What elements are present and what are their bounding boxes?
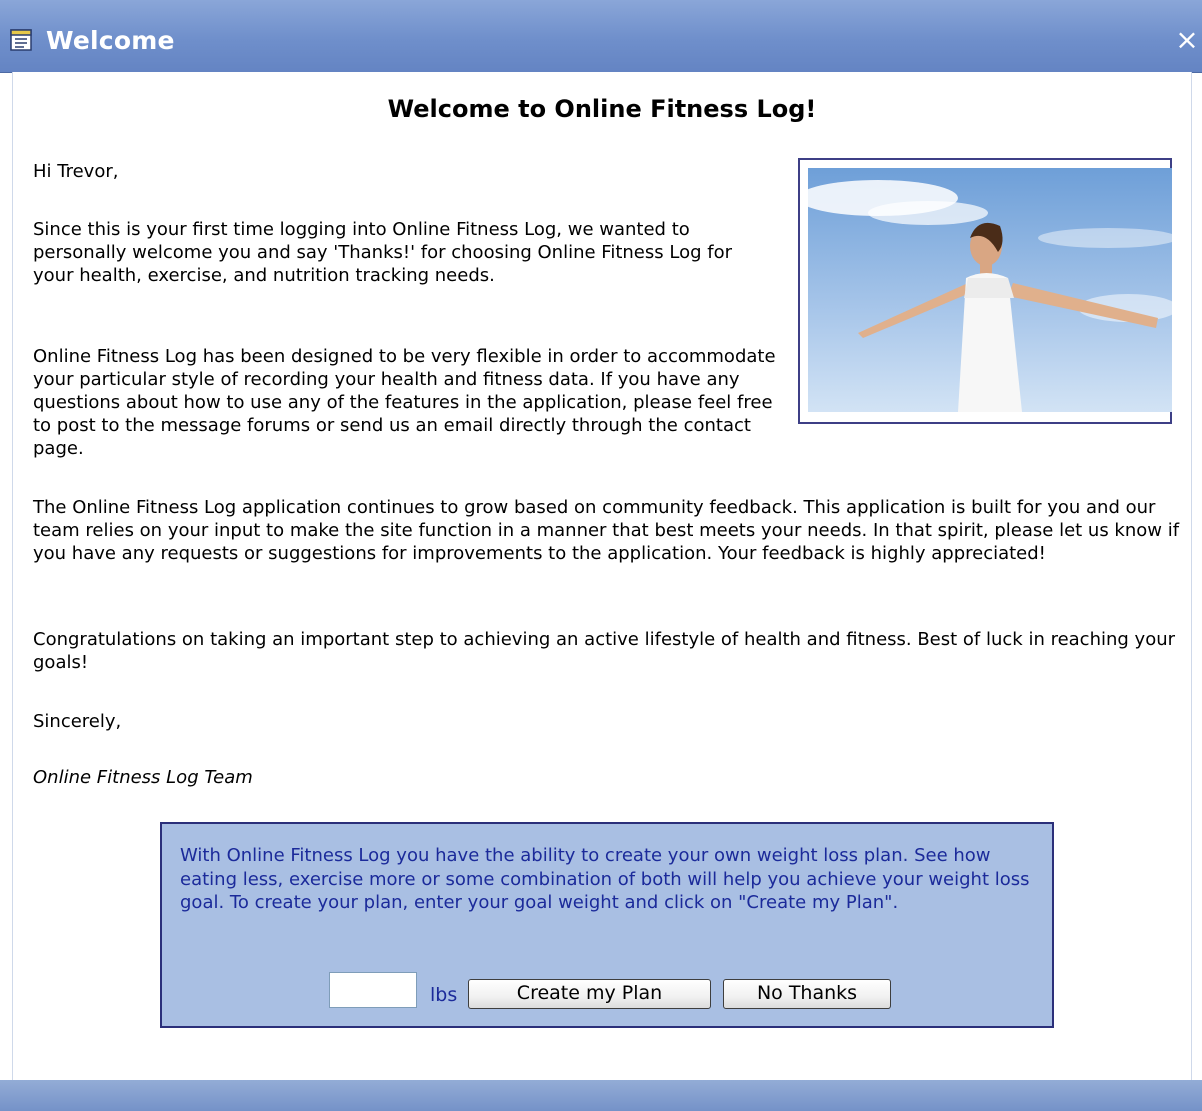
congratulations-paragraph: Congratulations on taking an important s…: [33, 629, 1176, 673]
weight-unit-label: lbs: [430, 984, 458, 1006]
dialog-title: Welcome: [46, 26, 175, 55]
no-thanks-button[interactable]: No Thanks: [723, 979, 891, 1009]
signature-text: Online Fitness Log Team: [33, 767, 253, 788]
close-button[interactable]: ×: [1172, 25, 1202, 55]
welcome-dialog: Welcome × Welcome to Online Fitness Log!…: [0, 0, 1202, 1111]
dialog-titlebar[interactable]: Welcome ×: [0, 0, 1202, 73]
intro-paragraph: Since this is your first time logging in…: [33, 219, 732, 286]
create-plan-button[interactable]: Create my Plan: [468, 979, 711, 1009]
welcome-photo-frame: [798, 158, 1172, 424]
goal-weight-input[interactable]: [329, 972, 417, 1008]
flexibility-paragraph: Online Fitness Log has been designed to …: [33, 346, 776, 459]
feedback-paragraph: The Online Fitness Log application conti…: [33, 497, 1180, 564]
plan-description: With Online Fitness Log you have the abi…: [180, 845, 1030, 913]
weight-plan-panel: With Online Fitness Log you have the abi…: [160, 822, 1054, 1028]
woman-sky-photo: [808, 168, 1172, 412]
greeting-text: Hi Trevor,: [33, 161, 119, 182]
welcome-heading: Welcome to Online Fitness Log!: [387, 95, 817, 123]
close-icon[interactable]: ×: [1175, 23, 1198, 56]
closing-text: Sincerely,: [33, 711, 122, 732]
notepad-icon: [10, 29, 32, 51]
dialog-content: Welcome to Online Fitness Log! Hi Trevor…: [12, 72, 1192, 1080]
dialog-bottom-bar: [0, 1080, 1202, 1111]
